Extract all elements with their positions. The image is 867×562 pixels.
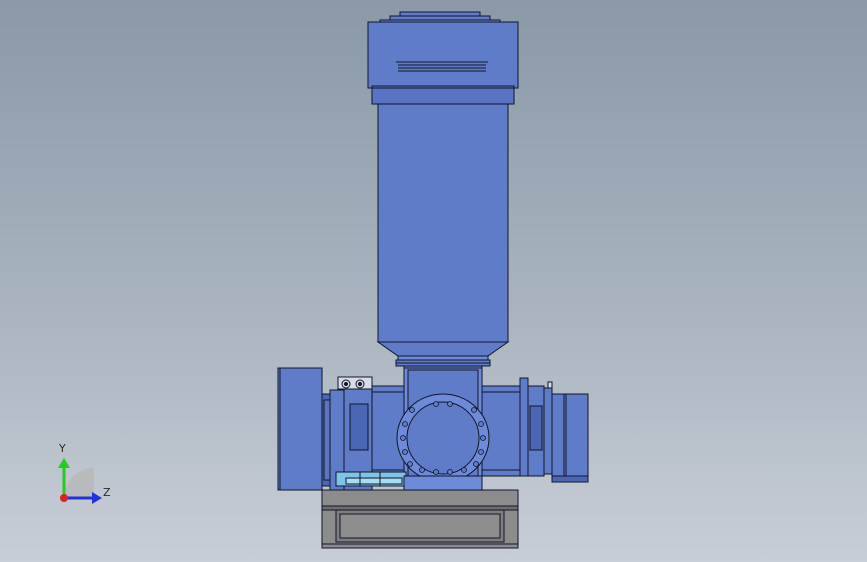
pump-assembly-model[interactable] xyxy=(0,0,867,562)
3d-viewport[interactable]: Y Z xyxy=(0,0,867,562)
main-tank xyxy=(377,103,509,343)
lower-taper xyxy=(376,341,510,371)
right-coupling xyxy=(519,377,553,477)
upper-housing xyxy=(367,21,519,105)
right-motor xyxy=(551,393,589,483)
left-motor xyxy=(277,367,323,491)
coordinate-triad xyxy=(58,458,102,504)
triad-y-label: Y xyxy=(59,442,66,455)
base-frame xyxy=(321,489,519,549)
triad-z-label: Z xyxy=(103,486,111,499)
cyan-bracket xyxy=(335,471,407,487)
